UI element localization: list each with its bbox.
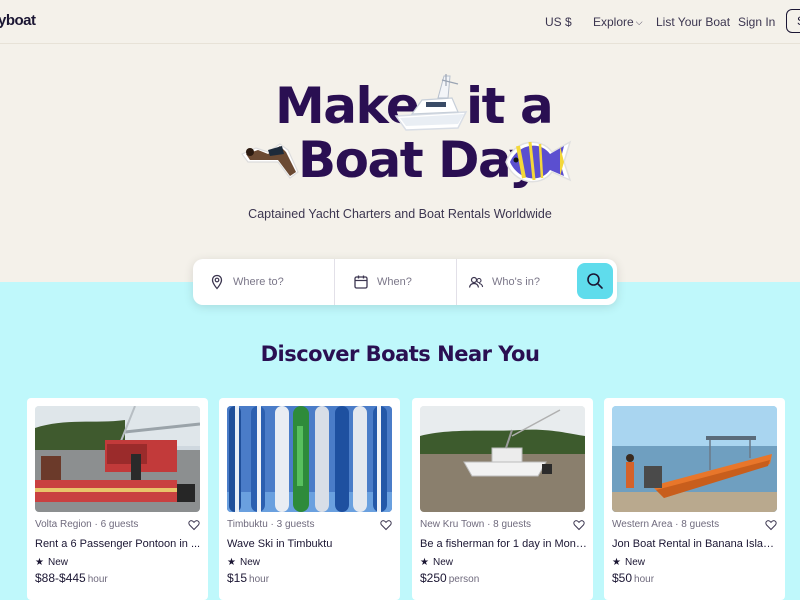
price-value: $88-$445 (35, 571, 86, 585)
where-field[interactable]: Where to? (209, 259, 335, 305)
listing-badge: ★ New (35, 557, 68, 568)
star-icon: ★ (227, 557, 236, 568)
listing-card[interactable]: Volta Region · 6 guests Rent a 6 Passeng… (27, 398, 208, 600)
badge-label: New (47, 557, 68, 568)
listing-price: $50 hour (612, 571, 654, 585)
price-unit: hour (249, 574, 270, 585)
star-icon: ★ (35, 557, 44, 568)
when-placeholder: When? (377, 276, 412, 288)
price-value: $50 (612, 571, 633, 585)
top-navigation: yboat US $ Explore ⌵ List Your Boat Sign … (0, 0, 800, 44)
yacht-sticker-icon (394, 74, 468, 131)
list-your-boat-link[interactable]: List Your Boat (656, 15, 730, 29)
currency-selector[interactable]: US $ (545, 15, 572, 29)
listing-photo-fishing-boat (420, 406, 585, 512)
listing-badge: ★ New (420, 557, 453, 568)
guests-field[interactable]: Who's in? (468, 259, 568, 305)
who-placeholder: Who's in? (492, 276, 540, 288)
price-unit: person (448, 574, 480, 585)
guests-icon (468, 276, 484, 288)
price-unit: hour (87, 574, 108, 585)
favorite-heart-icon[interactable] (573, 519, 585, 531)
badge-label: New (239, 557, 260, 568)
site-logo[interactable]: yboat (0, 12, 36, 29)
listing-location: Volta Region · 6 guests (35, 519, 139, 530)
favorite-heart-icon[interactable] (380, 519, 392, 531)
search-button[interactable] (577, 263, 613, 299)
price-value: $15 (227, 571, 248, 585)
where-placeholder: Where to? (233, 276, 284, 288)
listing-location: Timbuktu · 3 guests (227, 519, 315, 530)
diver-sticker-icon (241, 143, 299, 179)
sign-up-button[interactable]: Si (786, 9, 800, 33)
listing-badge: ★ New (612, 557, 645, 568)
explore-menu[interactable]: Explore ⌵ (593, 15, 643, 29)
listing-title[interactable]: Rent a 6 Passenger Pontoon in ... (35, 538, 203, 550)
search-icon (587, 273, 603, 289)
listing-title[interactable]: Be a fisherman for 1 day in Monr... (420, 538, 588, 550)
listing-price: $88-$445 hour (35, 571, 108, 585)
angelfish-sticker-icon (505, 140, 572, 183)
listing-photo-jon-boat (612, 406, 777, 512)
badge-label: New (432, 557, 453, 568)
badge-label: New (624, 557, 645, 568)
listing-photo-pontoon (35, 406, 200, 512)
price-value: $250 (420, 571, 447, 585)
listing-badge: ★ New (227, 557, 260, 568)
search-bar: Where to? When? Who's in? (193, 259, 617, 305)
explore-label: Explore (593, 15, 634, 29)
listing-card[interactable]: New Kru Town · 8 guests Be a fisherman f… (412, 398, 593, 600)
star-icon: ★ (420, 557, 429, 568)
favorite-heart-icon[interactable] (188, 519, 200, 531)
listing-location: New Kru Town · 8 guests (420, 519, 531, 530)
listing-price: $15 hour (227, 571, 269, 585)
location-pin-icon (211, 274, 223, 290)
listing-card[interactable]: Timbuktu · 3 guests Wave Ski in Timbuktu… (219, 398, 400, 600)
listing-price: $250 person (420, 571, 479, 585)
hero-subtitle: Captained Yacht Charters and Boat Rental… (248, 207, 552, 221)
listing-card[interactable]: Western Area · 8 guests Jon Boat Rental … (604, 398, 785, 600)
star-icon: ★ (612, 557, 621, 568)
listing-photo-wave-ski (227, 406, 392, 512)
hero-section: Make it a Boat Day Captained Yacht Chart… (0, 44, 800, 282)
listing-title[interactable]: Wave Ski in Timbuktu (227, 538, 395, 550)
listing-location: Western Area · 8 guests (612, 519, 720, 530)
favorite-heart-icon[interactable] (765, 519, 777, 531)
listing-title[interactable]: Jon Boat Rental in Banana Islands (612, 538, 780, 550)
chevron-down-icon: ⌵ (635, 17, 643, 27)
price-unit: hour (634, 574, 655, 585)
discover-heading: Discover Boats Near You (260, 342, 540, 366)
headline-words-it-a: it a (466, 77, 554, 135)
calendar-icon (354, 275, 368, 289)
sign-in-link[interactable]: Sign In (738, 15, 775, 29)
when-field[interactable]: When? (353, 259, 457, 305)
